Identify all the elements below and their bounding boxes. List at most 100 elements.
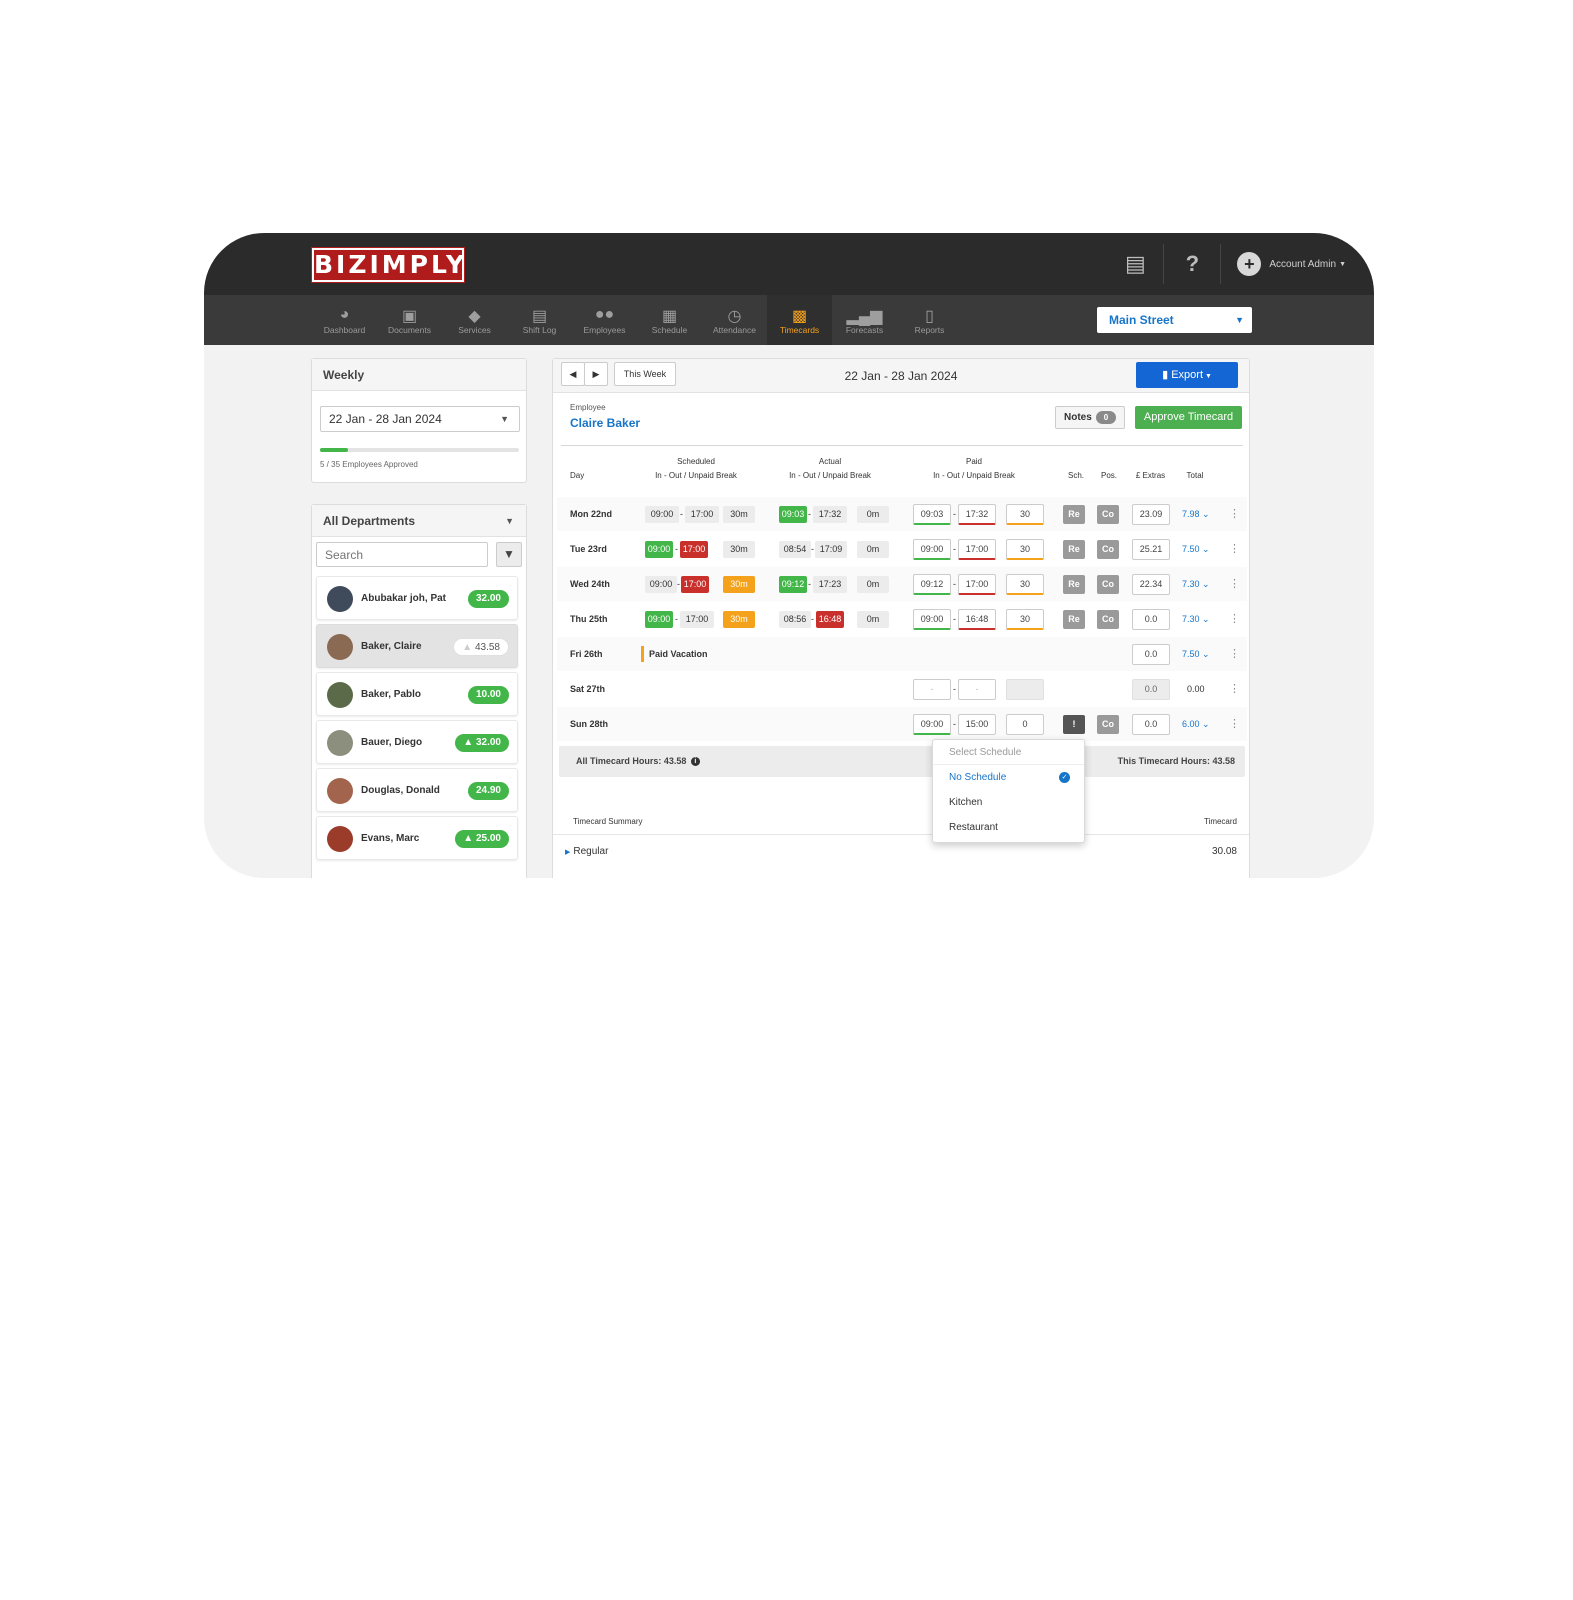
- period-select[interactable]: 22 Jan - 28 Jan 2024 ▼: [320, 406, 520, 432]
- plus-icon[interactable]: +: [1237, 252, 1262, 276]
- schedule-chip[interactable]: Re: [1063, 505, 1085, 524]
- paid-break-input[interactable]: 30: [1006, 504, 1044, 525]
- paid-in-input[interactable]: -: [913, 679, 951, 700]
- export-button[interactable]: ▮ Export ▼: [1136, 362, 1238, 388]
- department-value: All Departments: [323, 514, 416, 528]
- paid-out-input[interactable]: -: [958, 679, 996, 700]
- this-week-button[interactable]: This Week: [614, 362, 676, 386]
- chat-icon[interactable]: ▤: [1107, 233, 1163, 295]
- employee-item[interactable]: Douglas, Donald 24.90: [316, 768, 518, 812]
- nav-shift-log[interactable]: ▤ Shift Log: [507, 295, 572, 345]
- option-no-schedule[interactable]: No Schedule ✓: [933, 765, 1084, 790]
- nav-employees[interactable]: ●● Employees: [572, 295, 637, 345]
- nav-forecasts[interactable]: ▂▄▆ Forecasts: [832, 295, 897, 345]
- separator: -: [811, 614, 814, 624]
- employee-item[interactable]: Bauer, Diego ▲ 32.00: [316, 720, 518, 764]
- employee-name-link[interactable]: Claire Baker: [570, 416, 640, 430]
- more-options-icon[interactable]: ⋮: [1229, 602, 1240, 636]
- nav-documents[interactable]: ▣ Documents: [377, 295, 442, 345]
- more-options-icon[interactable]: ⋮: [1229, 637, 1240, 671]
- extras-input[interactable]: 0.0: [1132, 644, 1170, 665]
- position-chip[interactable]: Co: [1097, 505, 1119, 524]
- summary-row[interactable]: ▶ Regular 30.08: [553, 837, 1249, 867]
- actual-in: 08:54: [779, 541, 811, 558]
- employee-item[interactable]: Baker, Pablo 10.00: [316, 672, 518, 716]
- nav-reports[interactable]: ▯ Reports: [897, 295, 962, 345]
- row-total[interactable]: 7.30 ⌄: [1182, 567, 1210, 601]
- position-chip[interactable]: Co: [1097, 715, 1119, 734]
- employee-item[interactable]: Abubakar joh, Pat 32.00: [316, 576, 518, 620]
- row-total[interactable]: 7.30 ⌄: [1182, 602, 1210, 636]
- paid-in-input[interactable]: 09:00: [913, 539, 951, 560]
- scheduled-break: 30m: [723, 541, 755, 558]
- notes-button[interactable]: Notes 0: [1055, 406, 1125, 429]
- nav-label: Shift Log: [522, 324, 557, 335]
- extras-input[interactable]: 0.0: [1132, 609, 1170, 630]
- schedule-chip[interactable]: Re: [1063, 540, 1085, 559]
- employee-name: Baker, Pablo: [361, 689, 422, 700]
- more-options-icon[interactable]: ⋮: [1229, 567, 1240, 601]
- info-icon[interactable]: i: [690, 757, 700, 767]
- summary-label[interactable]: ▶ Regular: [565, 837, 608, 868]
- help-icon[interactable]: ?: [1164, 233, 1220, 295]
- paid-in-input[interactable]: 09:00: [913, 609, 951, 630]
- schedule-alert-button[interactable]: !: [1063, 715, 1085, 734]
- approve-timecard-button[interactable]: Approve Timecard: [1135, 406, 1242, 429]
- option-restaurant[interactable]: Restaurant: [933, 815, 1084, 840]
- paid-in-input[interactable]: 09:00: [913, 714, 951, 735]
- paid-out-input[interactable]: 17:32: [958, 504, 996, 525]
- extras-input[interactable]: 0.0: [1132, 714, 1170, 735]
- paid-out-input[interactable]: 15:00: [958, 714, 996, 735]
- position-chip[interactable]: Co: [1097, 575, 1119, 594]
- schedule-chip[interactable]: Re: [1063, 575, 1085, 594]
- paid-break-input: [1006, 679, 1044, 700]
- paid-break-input[interactable]: 0: [1006, 714, 1044, 735]
- row-total[interactable]: 7.50 ⌄: [1182, 532, 1210, 566]
- more-options-icon[interactable]: ⋮: [1229, 707, 1240, 741]
- paid-in-input[interactable]: 09:03: [913, 504, 951, 525]
- paid-out-input[interactable]: 16:48: [958, 609, 996, 630]
- option-kitchen[interactable]: Kitchen: [933, 790, 1084, 815]
- row-total[interactable]: 7.50 ⌄: [1182, 637, 1210, 671]
- more-options-icon[interactable]: ⋮: [1229, 532, 1240, 566]
- position-chip[interactable]: Co: [1097, 540, 1119, 559]
- actual-out: 17:23: [813, 576, 847, 593]
- nav-schedule[interactable]: ▦ Schedule: [637, 295, 702, 345]
- paid-break-input[interactable]: 30: [1006, 609, 1044, 630]
- paid-out-input[interactable]: 17:00: [958, 574, 996, 595]
- more-options-icon[interactable]: ⋮: [1229, 497, 1240, 531]
- department-select[interactable]: All Departments ▼: [312, 505, 526, 537]
- paid-break-input[interactable]: 30: [1006, 539, 1044, 560]
- employee-name: Abubakar joh, Pat: [361, 593, 447, 604]
- schedule-chip[interactable]: Re: [1063, 610, 1085, 629]
- paid-out-input[interactable]: 17:00: [958, 539, 996, 560]
- employee-item-selected[interactable]: Baker, Claire ▲ 43.58: [316, 624, 518, 668]
- position-chip[interactable]: Co: [1097, 610, 1119, 629]
- row-total[interactable]: 7.98 ⌄: [1182, 497, 1210, 531]
- extras-input[interactable]: 25.21: [1132, 539, 1170, 560]
- prev-week-button[interactable]: ◀: [561, 362, 585, 386]
- nav-dashboard[interactable]: ◕ Dashboard: [312, 295, 377, 345]
- top-right-actions: ▤ ? + Account Admin ▼: [1107, 233, 1346, 295]
- next-week-button[interactable]: ▶: [584, 362, 608, 386]
- option-label: No Schedule: [949, 772, 1007, 783]
- account-label[interactable]: Account Admin: [1269, 259, 1336, 270]
- bizimply-logo[interactable]: BIZIMPLY: [311, 247, 465, 283]
- paid-in-input[interactable]: 09:12: [913, 574, 951, 595]
- employee-search-input[interactable]: [316, 542, 488, 567]
- account-menu[interactable]: + Account Admin ▼: [1221, 252, 1346, 276]
- row-total[interactable]: 6.00 ⌄: [1182, 707, 1210, 741]
- more-options-icon[interactable]: ⋮: [1229, 672, 1240, 706]
- extras-input: 0.0: [1132, 679, 1170, 700]
- approval-progress-fill: [320, 448, 349, 452]
- filter-button[interactable]: ▼: [496, 542, 522, 567]
- location-select[interactable]: Main Street ▼: [1097, 307, 1252, 333]
- paid-break-input[interactable]: 30: [1006, 574, 1044, 595]
- nav-timecards[interactable]: ▩ Timecards: [767, 295, 832, 345]
- extras-input[interactable]: 22.34: [1132, 574, 1170, 595]
- nav-attendance[interactable]: ◷ Attendance: [702, 295, 767, 345]
- employee-item[interactable]: Evans, Marc ▲ 25.00: [316, 816, 518, 860]
- nav-services[interactable]: ◆ Services: [442, 295, 507, 345]
- extras-input[interactable]: 23.09: [1132, 504, 1170, 525]
- employee-name: Bauer, Diego: [361, 737, 423, 748]
